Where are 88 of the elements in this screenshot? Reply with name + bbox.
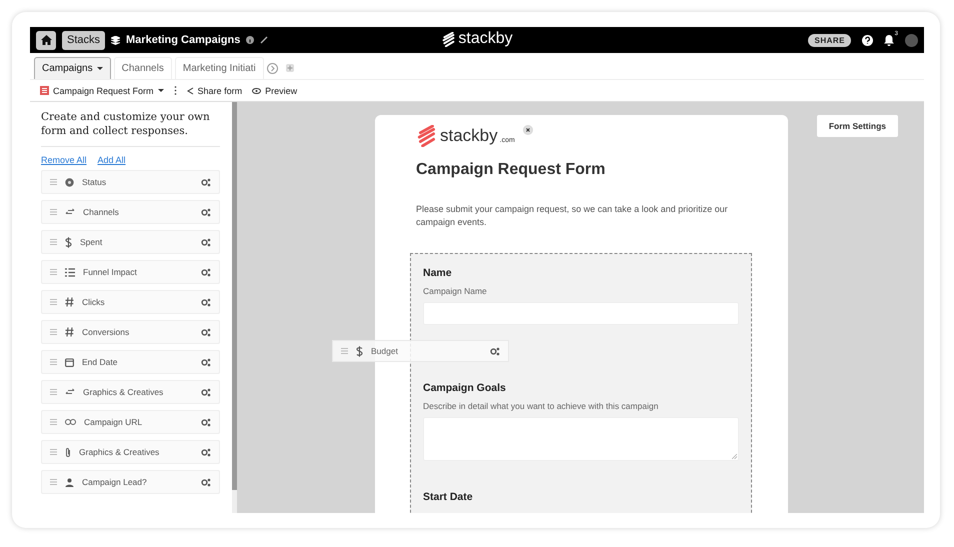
field-item[interactable]: Clicks	[41, 290, 220, 314]
field-item[interactable]: Graphics & Creatives	[41, 380, 220, 404]
tab[interactable]: Channels	[114, 57, 172, 79]
home-button[interactable]	[36, 30, 56, 50]
field-item[interactable]: Graphics & Creatives	[41, 440, 220, 464]
drag-handle-icon[interactable]	[50, 209, 57, 215]
settings-icon[interactable]	[490, 346, 500, 356]
settings-icon[interactable]	[201, 388, 211, 396]
field-item[interactable]: Spent	[41, 230, 220, 254]
share-button[interactable]: SHARE	[808, 34, 851, 46]
resize-handle-icon[interactable]	[732, 454, 737, 459]
settings-icon[interactable]	[201, 298, 211, 306]
form-title: Campaign Request Form	[416, 161, 606, 179]
field-item[interactable]: Channels	[41, 200, 220, 224]
settings-icon[interactable]	[201, 328, 211, 336]
drag-handle-icon[interactable]	[341, 348, 348, 354]
share-form-button[interactable]: Share form	[186, 86, 242, 96]
home-icon	[40, 35, 52, 45]
remove-all-link[interactable]: Remove All	[41, 155, 87, 165]
form-icon	[40, 86, 49, 95]
hash-icon	[65, 327, 74, 337]
logo-icon	[441, 32, 456, 46]
settings-icon[interactable]	[201, 478, 211, 486]
add-icon[interactable]	[286, 64, 294, 72]
more-icon[interactable]	[174, 86, 177, 95]
link-icon	[65, 419, 76, 425]
help-icon[interactable]	[862, 34, 873, 46]
eye-icon	[252, 88, 262, 94]
settings-icon[interactable]	[201, 358, 211, 366]
stack-name[interactable]: Marketing Campaigns	[126, 34, 240, 46]
arrows-icon	[65, 388, 75, 396]
field-item[interactable]: Status	[41, 170, 220, 194]
dollar-icon	[65, 236, 72, 248]
field-item[interactable]: Campaign Lead?	[41, 470, 220, 494]
intro-text: Create and customize your own form and collect responses.	[41, 110, 220, 147]
drag-handle-icon[interactable]	[50, 389, 57, 395]
field-label: Start Date	[423, 491, 474, 503]
dollar-icon	[356, 346, 363, 356]
list-icon	[65, 268, 75, 276]
stacks-button[interactable]: Stacks	[62, 30, 106, 50]
status-icon	[65, 178, 74, 186]
chevron-circle-icon[interactable]	[266, 63, 278, 74]
tab[interactable]: Marketing Initiati	[174, 57, 264, 79]
add-all-link[interactable]: Add All	[98, 155, 126, 165]
form-description: Please submit your campaign request, so we can take a look and prioritize our campaign events.	[416, 203, 729, 229]
scrollbar-thumb[interactable]	[232, 102, 237, 490]
settings-icon[interactable]	[201, 208, 211, 216]
settings-icon[interactable]	[201, 418, 211, 426]
form-settings-button[interactable]: Form Settings	[816, 115, 898, 137]
arrows-icon	[65, 208, 75, 216]
drag-handle-icon[interactable]	[50, 359, 57, 365]
bell-icon[interactable]	[884, 34, 894, 46]
hash-icon	[65, 297, 74, 307]
calendar-icon	[65, 358, 74, 366]
avatar[interactable]	[905, 34, 918, 46]
field-label: Name	[423, 267, 453, 279]
field-item[interactable]: Funnel Impact	[41, 260, 220, 284]
tab[interactable]: Campaigns	[34, 57, 111, 79]
drag-handle-icon[interactable]	[50, 449, 57, 455]
field-description: Campaign Name	[423, 286, 488, 296]
field-label: Campaign Goals	[423, 382, 507, 394]
layers-icon	[111, 36, 120, 44]
logo-icon	[416, 125, 438, 147]
field-item[interactable]: Conversions	[41, 320, 220, 344]
form-logo-text: stackby	[440, 126, 498, 146]
share-icon	[186, 86, 194, 94]
settings-icon[interactable]	[201, 448, 211, 456]
logo-text: stackby	[458, 30, 513, 48]
drag-handle-icon[interactable]	[50, 179, 57, 185]
settings-icon[interactable]	[201, 268, 211, 276]
drag-handle-icon[interactable]	[50, 479, 57, 485]
settings-icon[interactable]	[201, 238, 211, 246]
drag-handle-icon[interactable]	[50, 419, 57, 425]
drag-handle-icon[interactable]	[50, 239, 57, 245]
field-item[interactable]: End Date	[41, 350, 220, 374]
preview-button[interactable]: Preview	[252, 86, 298, 96]
person-icon	[65, 478, 74, 486]
settings-icon[interactable]	[201, 178, 211, 186]
field-item[interactable]: Campaign URL	[41, 410, 220, 434]
drag-handle-icon[interactable]	[50, 299, 57, 305]
field-description: Describe in detail what you want to achieve with this campaign	[423, 401, 660, 411]
paperclip-icon	[65, 446, 71, 458]
drag-handle-icon[interactable]	[50, 269, 57, 275]
dragged-field-item[interactable]: Budget	[332, 340, 509, 362]
pencil-icon[interactable]	[260, 36, 268, 44]
drag-handle-icon[interactable]	[50, 329, 57, 335]
view-selector[interactable]: Campaign Request Form	[53, 86, 164, 96]
info-icon[interactable]	[246, 36, 254, 44]
